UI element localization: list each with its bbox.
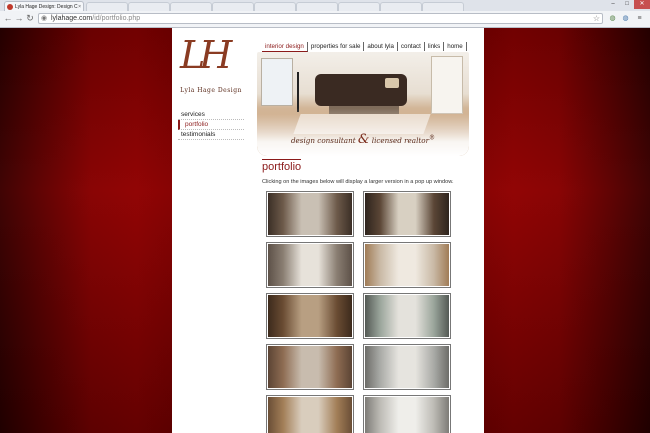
site-logo[interactable]: LH Lyla Hage Design — [174, 31, 248, 103]
site-favicon-icon — [7, 4, 13, 10]
browser-tab-background[interactable] — [170, 2, 212, 11]
hero-door — [431, 56, 463, 114]
reload-icon[interactable]: ↻ — [25, 13, 35, 24]
browser-tab-background[interactable] — [128, 2, 170, 11]
tagline-ampersand: & — [357, 132, 370, 147]
thumbnail-image — [268, 397, 352, 433]
browser-tab-background[interactable] — [212, 2, 254, 11]
thumbnail-image — [268, 295, 352, 337]
hero-living-room-photo: design consultant & licensed realtor® — [257, 52, 469, 156]
thumbnail-image — [268, 244, 352, 286]
thumb-kitchen-grey[interactable] — [363, 344, 451, 390]
logo-name: Lyla Hage Design — [180, 87, 242, 94]
browser-tab-background[interactable] — [338, 2, 380, 11]
intro-text: Clicking on the images below will displa… — [262, 179, 454, 185]
hero-window — [261, 58, 293, 106]
address-bar[interactable]: ◉ lylahage.com/id/portfolio.php ☆ — [38, 13, 603, 24]
tab-strip: Lyla Hage Design: Design C × – □ ✕ — [0, 0, 650, 11]
thumbnail-image — [365, 193, 449, 235]
thumb-living-room[interactable] — [266, 344, 354, 390]
nav-links[interactable]: links — [425, 42, 445, 51]
url-text: lylahage.com/id/portfolio.php — [51, 14, 140, 24]
back-arrow-icon[interactable]: ← — [3, 13, 13, 24]
thumb-kitchen-wood[interactable] — [266, 395, 354, 433]
thumbnail-image — [365, 244, 449, 286]
nav-about-lyla[interactable]: about lyla — [364, 42, 398, 51]
thumb-white-railing[interactable] — [363, 242, 451, 288]
browser-tab-background[interactable] — [422, 2, 464, 11]
tagline: design consultant & licensed realtor® — [257, 132, 469, 147]
page-viewport: LH Lyla Hage Design services portfolio t… — [0, 28, 650, 433]
forward-arrow-icon[interactable]: → — [14, 13, 24, 24]
side-nav-item-services[interactable]: services — [178, 110, 244, 120]
thumb-kitchen-white[interactable] — [363, 395, 451, 433]
tab-close-icon[interactable]: × — [78, 2, 81, 11]
thumbnail-image — [268, 346, 352, 388]
browser-tab-background[interactable] — [380, 2, 422, 11]
tagline-registered-mark: ® — [429, 134, 436, 142]
url-host: lylahage.com — [51, 15, 93, 22]
site-content-column: LH Lyla Hage Design services portfolio t… — [172, 28, 484, 433]
logo-monogram: LH — [180, 33, 232, 77]
tab-title: Lyla Hage Design: Design C — [15, 4, 78, 10]
side-nav: services portfolio testimonials — [178, 110, 244, 140]
bookmark-star-icon[interactable]: ☆ — [593, 14, 600, 24]
thumb-staircase-landing[interactable] — [266, 191, 354, 237]
wrench-menu-icon[interactable]: ≡ — [635, 14, 644, 23]
hero-lamp — [297, 72, 299, 112]
page-title: portfolio — [262, 159, 302, 173]
thumbnail-image — [365, 397, 449, 433]
page-info-icon[interactable]: ◉ — [41, 15, 47, 23]
tagline-left: design consultant — [290, 136, 356, 145]
side-nav-item-portfolio[interactable]: portfolio — [178, 120, 244, 130]
thumb-vaulted-living[interactable] — [266, 242, 354, 288]
browser-tab-background[interactable] — [86, 2, 128, 11]
close-icon[interactable]: ✕ — [634, 0, 650, 9]
url-path: /id/portfolio.php — [92, 15, 141, 22]
nav-home[interactable]: home — [444, 42, 467, 51]
nav-properties-for-sale[interactable]: properties for sale — [308, 42, 365, 51]
browser-toolbar: ← → ↻ ◉ lylahage.com/id/portfolio.php ☆ … — [0, 11, 650, 28]
thumbnail-image — [365, 346, 449, 388]
minimize-icon[interactable]: – — [606, 0, 620, 9]
top-nav: interior design properties for sale about … — [262, 35, 467, 52]
tagline-right: licensed realtor — [371, 136, 430, 145]
nav-contact[interactable]: contact — [398, 42, 425, 51]
side-nav-item-testimonials[interactable]: testimonials — [178, 130, 244, 140]
thumbnail-image — [268, 193, 352, 235]
maximize-icon[interactable]: □ — [620, 0, 634, 9]
extension-icon[interactable]: ◍ — [608, 14, 617, 23]
thumb-hallway-window[interactable] — [363, 191, 451, 237]
thumb-arched-windows[interactable] — [266, 293, 354, 339]
extension-icon[interactable]: ◍ — [621, 14, 630, 23]
hero-pillow — [385, 78, 399, 88]
browser-tab-active[interactable]: Lyla Hage Design: Design C × — [4, 1, 84, 11]
browser-tab-background[interactable] — [254, 2, 296, 11]
nav-interior-design[interactable]: interior design — [262, 42, 308, 52]
thumbnail-image — [365, 295, 449, 337]
thumb-fireplace[interactable] — [363, 293, 451, 339]
browser-tab-background[interactable] — [296, 2, 338, 11]
